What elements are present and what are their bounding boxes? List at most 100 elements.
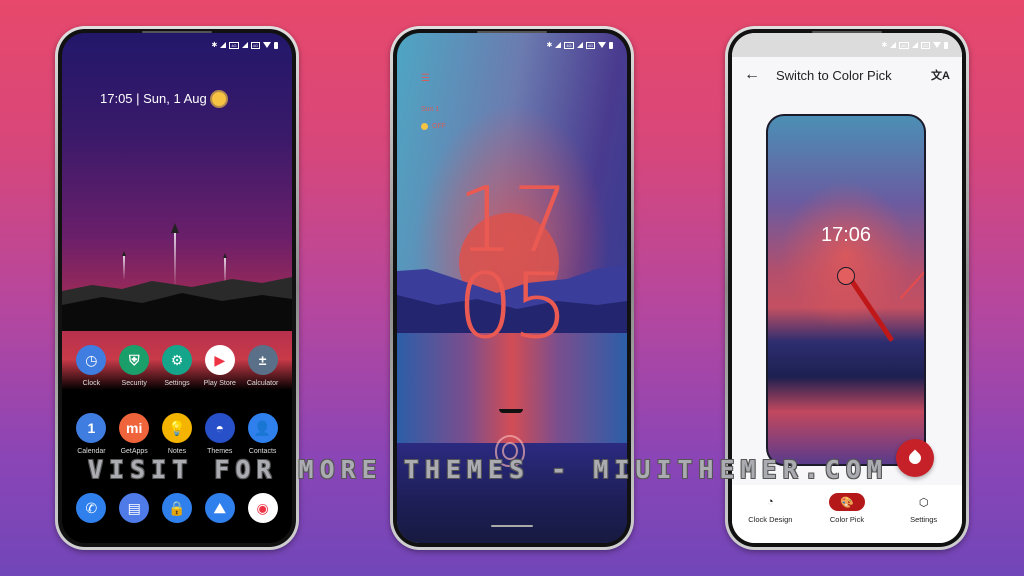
battery-icon (274, 41, 278, 49)
home-indicator[interactable] (491, 525, 533, 527)
app-header: ← Switch to Color Pick 文A (732, 57, 962, 93)
clock-minute: 05 (456, 254, 570, 359)
wifi-icon (598, 42, 606, 48)
status-bar: ✱ 4G 4G (881, 41, 948, 49)
back-arrow-icon[interactable]: ← (744, 66, 760, 84)
water-drop-icon (906, 449, 924, 467)
volte-icon: 4G (899, 41, 909, 49)
app-chrome[interactable]: ◉ (241, 493, 284, 523)
app-label: Clock (82, 380, 101, 387)
volte-icon: 4G (585, 41, 595, 49)
shield-icon: ⛨ (119, 345, 150, 375)
app-label: Settings (164, 380, 190, 387)
nav-label: Clock Design (748, 515, 793, 524)
dock: ✆ ▤ 🔒 ⛰ ◉ (70, 493, 284, 523)
volte-icon: 4G (920, 41, 930, 49)
app-label: GetApps (120, 448, 148, 455)
messages-icon: ▤ (119, 493, 150, 523)
chrome-icon: ◉ (247, 493, 278, 523)
nav-color-pick[interactable]: 🎨 Color Pick (813, 493, 881, 524)
weather-text: OFF (432, 123, 446, 130)
color-pick-fab[interactable] (896, 439, 934, 477)
boat-icon (499, 409, 523, 413)
earpiece-speaker (142, 31, 212, 33)
app-contacts[interactable]: 👤 Contacts (241, 413, 284, 455)
gallery-icon: ⛰ (204, 493, 235, 523)
rocket-icon (171, 223, 179, 233)
gear-icon: ⚙ (161, 345, 192, 375)
app-notes[interactable]: 💡 Notes (156, 413, 199, 455)
nav-settings[interactable]: ⬡ Settings (890, 493, 958, 525)
battery-icon (944, 41, 948, 49)
app-label: Calendar (77, 448, 106, 455)
app-messages[interactable]: ▤ (113, 493, 156, 523)
menu-icon[interactable]: ☰ (421, 73, 430, 84)
sun-icon (211, 91, 226, 106)
signal-icon (890, 42, 897, 48)
translate-icon[interactable]: 文A (931, 67, 950, 83)
wifi-icon (933, 42, 941, 48)
preview-time: 17:06 (820, 224, 872, 246)
app-getapps[interactable]: mi GetApps (113, 413, 156, 455)
settings-cube-icon: ⬡ (918, 496, 929, 509)
volte-icon: 4G (564, 41, 574, 49)
datetime-text: 17:05 | Sun, 1 Aug (100, 91, 207, 106)
phone-icon: ✆ (76, 493, 107, 523)
app-play-store[interactable]: ▶ Play Store (198, 345, 241, 387)
watermark-text: VISIT FOR MORE THEMES - MIUITHEMER.COM (88, 455, 888, 484)
clock-hour: 17 (456, 168, 570, 273)
bluetooth-icon: ✱ (211, 42, 218, 49)
app-lock[interactable]: 🔒 (156, 493, 199, 523)
getapps-icon: mi (119, 413, 150, 443)
app-label: Security (121, 380, 147, 387)
calendar-icon: 1 (76, 413, 107, 443)
app-grid-row-1: ◷ Clock ⛨ Security ⚙ Settings ▶ Play Store ± Calc… (70, 345, 284, 387)
hand-pivot (837, 267, 855, 285)
page-title: Switch to Color Pick (776, 67, 892, 83)
bluetooth-icon: ✱ (881, 42, 888, 49)
play-store-icon: ▶ (204, 345, 235, 375)
calculator-icon: ± (247, 345, 278, 375)
signal-icon (241, 42, 248, 48)
palette-icon: 🎨 (828, 493, 865, 511)
earpiece-speaker (477, 31, 547, 33)
app-themes[interactable]: ◓ Themes (198, 413, 241, 455)
lock-date: Sun 1 (421, 106, 440, 113)
earpiece-speaker (812, 31, 882, 33)
mountain-silhouette (62, 277, 292, 331)
volte-icon: 4G (250, 41, 260, 49)
clock-preview: 17:06 (766, 114, 926, 466)
contacts-icon: 👤 (247, 413, 278, 443)
app-label: Notes (167, 448, 187, 455)
bluetooth-icon: ✱ (546, 42, 553, 49)
app-security[interactable]: ⛨ Security (113, 345, 156, 387)
status-bar: ✱ 4G 4G (211, 41, 278, 49)
wifi-icon (263, 42, 271, 48)
nav-clock-design[interactable]: ◔ Clock Design (736, 493, 804, 524)
signal-icon (911, 42, 918, 48)
clock-icon: ◷ (76, 345, 107, 375)
preview-glow (768, 116, 924, 464)
clock-design-icon: ◔ (767, 496, 774, 508)
app-label: Calculator (246, 380, 279, 387)
clock-widget[interactable]: 17:05 | Sun, 1 Aug (100, 91, 226, 106)
signal-icon (576, 42, 583, 48)
bottom-navigation: ◔ Clock Design 🎨 Color Pick ⬡ Settings (732, 485, 962, 543)
status-bar: ✱ 4G 4G (546, 41, 613, 49)
signal-icon (555, 42, 562, 48)
app-label: Play Store (203, 380, 236, 387)
signal-icon (220, 42, 227, 48)
app-label: Contacts (248, 448, 277, 455)
sun-icon (421, 123, 428, 130)
app-grid-row-2: 1 Calendar mi GetApps 💡 Notes ◓ Themes 👤 Contacts (70, 413, 284, 455)
app-calculator[interactable]: ± Calculator (241, 345, 284, 387)
lightbulb-icon: 💡 (161, 413, 192, 443)
themes-icon: ◓ (204, 413, 235, 443)
app-clock[interactable]: ◷ Clock (70, 345, 113, 387)
app-settings[interactable]: ⚙ Settings (156, 345, 199, 387)
app-phone[interactable]: ✆ (70, 493, 113, 523)
app-calendar[interactable]: 1 Calendar (70, 413, 113, 455)
lock-clock: 17 05 (397, 168, 627, 359)
app-gallery[interactable]: ⛰ (198, 493, 241, 523)
lock-icon: 🔒 (161, 493, 192, 523)
